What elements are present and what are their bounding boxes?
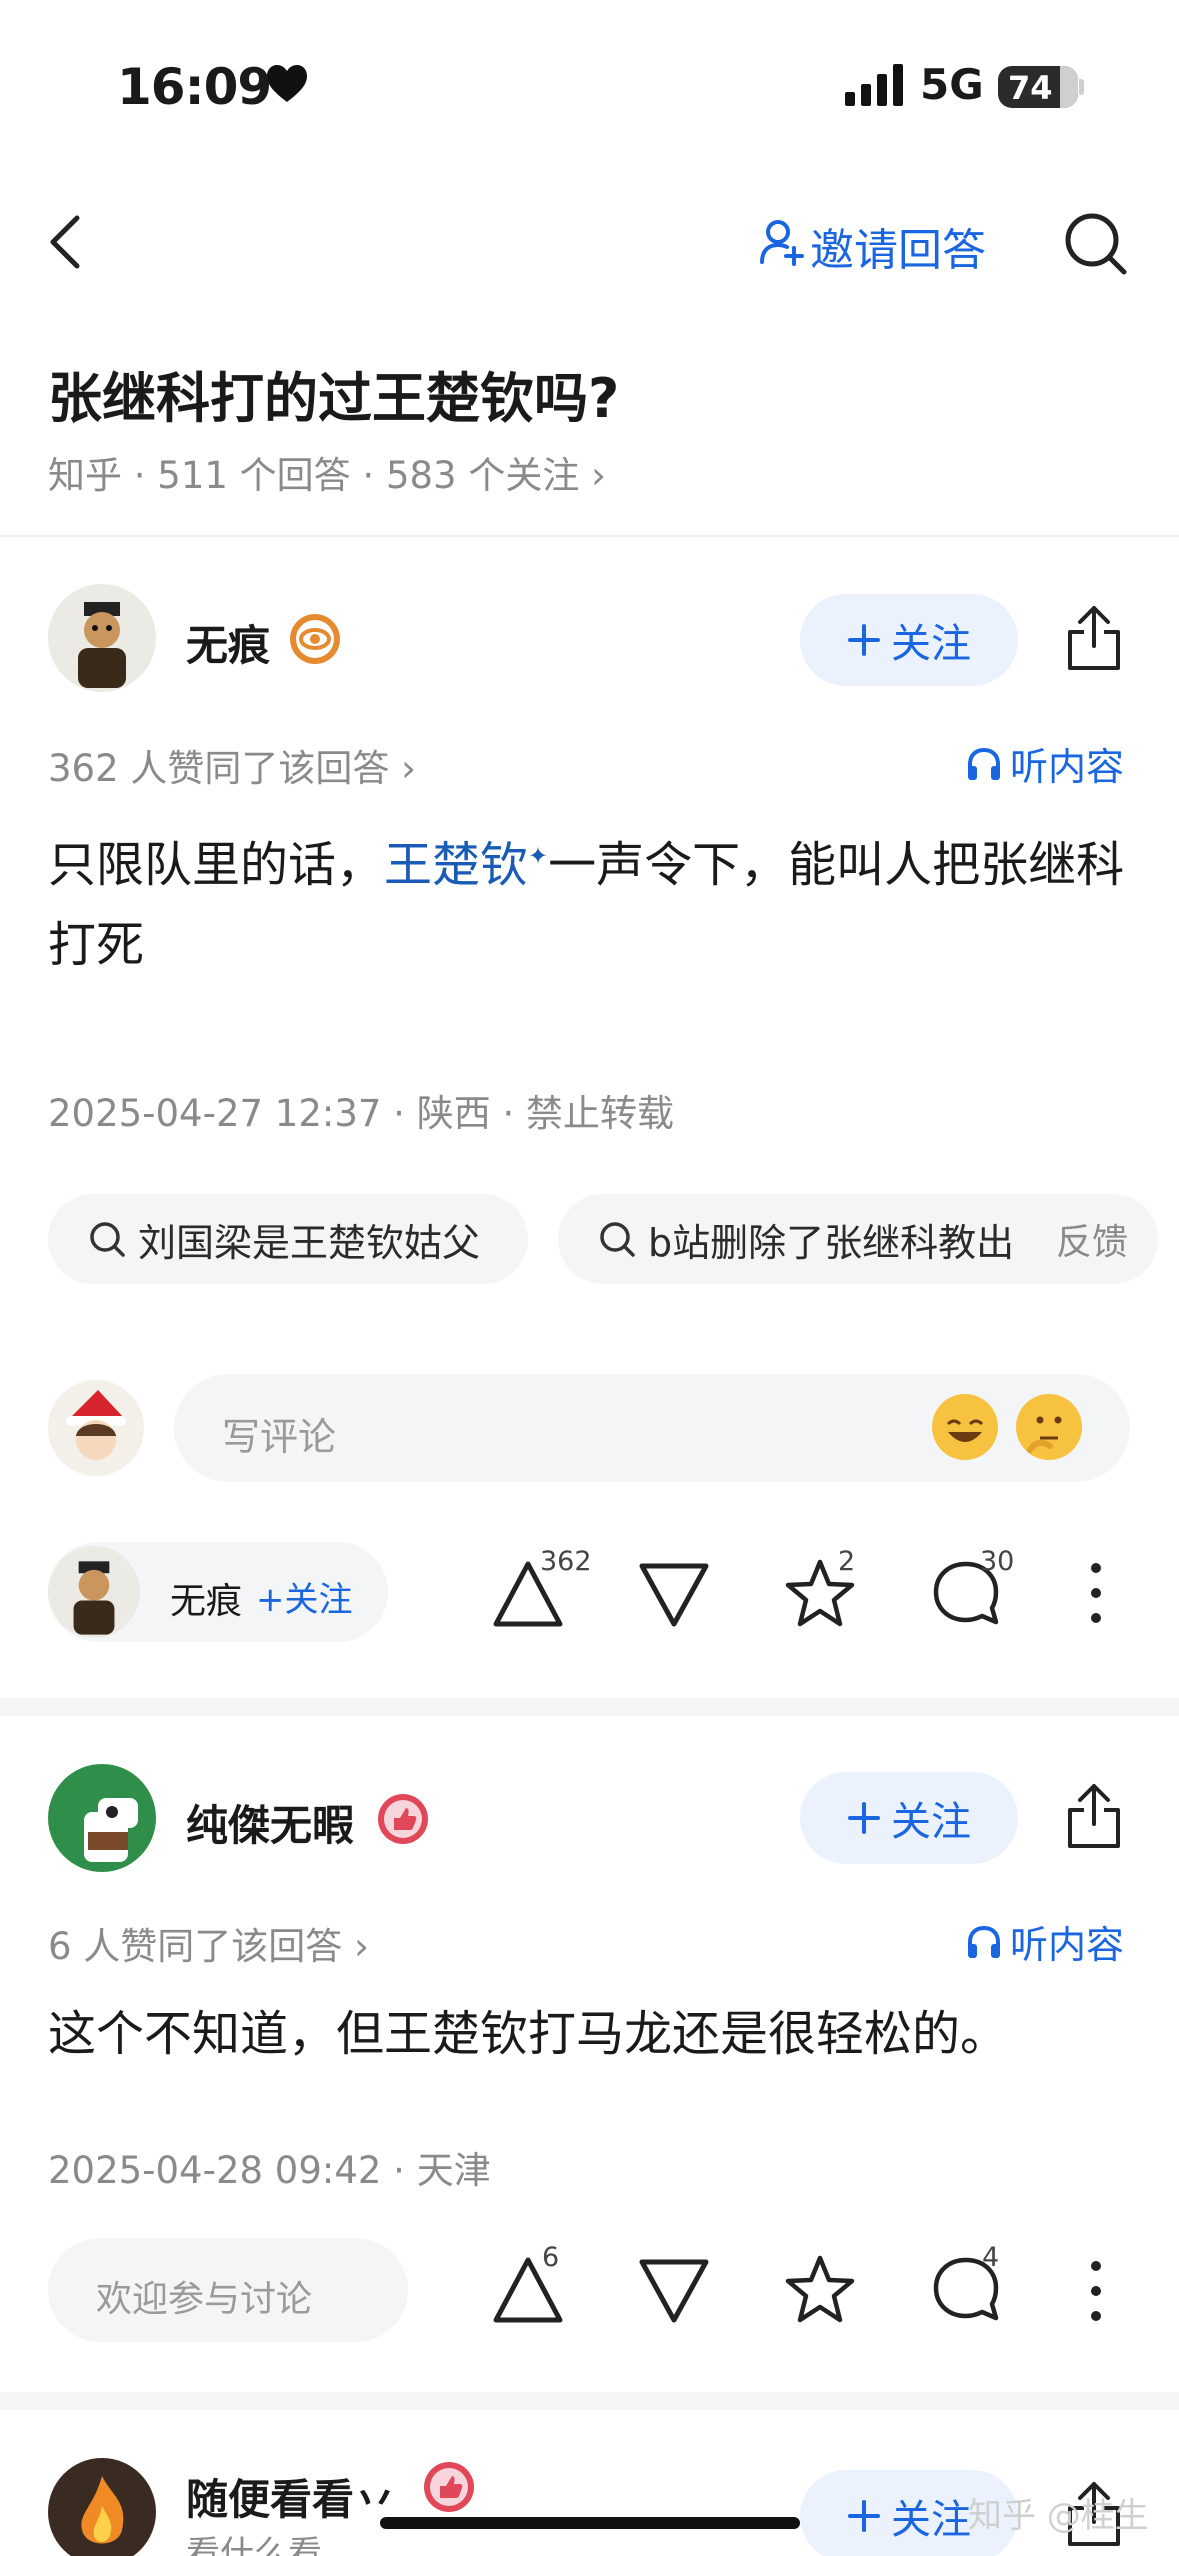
battery-tip bbox=[1079, 79, 1084, 95]
author-subtitle: 看什么看 bbox=[186, 2534, 322, 2556]
answer-date: 2025-04-28 09:42 · 天津 bbox=[48, 2149, 491, 2192]
eye-badge-icon bbox=[290, 614, 340, 664]
follow-button[interactable]: 关注 bbox=[800, 594, 1018, 686]
author-chip-name: 无痕 bbox=[170, 1581, 243, 1622]
search-icon bbox=[600, 1222, 635, 1257]
battery-icon: 74 bbox=[998, 66, 1078, 108]
follow-label: 关注 bbox=[891, 1799, 971, 1845]
follow-label: 关注 bbox=[891, 621, 971, 667]
votes-summary[interactable]: 362 人赞同了该回答 › bbox=[48, 738, 416, 792]
laughing-emoji-icon[interactable] bbox=[932, 1394, 998, 1460]
headphones-icon bbox=[968, 747, 1000, 780]
question-meta[interactable]: 知乎 · 511 个回答 · 583 个关注 › bbox=[48, 445, 606, 499]
author-avatar[interactable] bbox=[48, 2458, 156, 2556]
network-label: 5G bbox=[920, 60, 984, 109]
answer-date: 2025-04-27 12:37 · 陕西 · 禁止转载 bbox=[48, 1092, 674, 1135]
back-icon[interactable] bbox=[45, 212, 85, 272]
watermark: 知乎 @桂生 bbox=[968, 2496, 1149, 2536]
discussion-placeholder: 欢迎参与讨论 bbox=[96, 2279, 313, 2320]
author-name[interactable]: 无痕 bbox=[186, 612, 270, 673]
author-avatar[interactable] bbox=[48, 584, 156, 692]
upvote-count: 6 bbox=[542, 2242, 560, 2273]
author-avatar[interactable] bbox=[48, 1764, 156, 1872]
listen-button[interactable]: 听内容 bbox=[966, 736, 1124, 791]
comment-count: 4 bbox=[982, 2242, 1000, 2273]
favorite-star-icon[interactable] bbox=[782, 2252, 858, 2328]
thumbs-up-badge-icon bbox=[378, 1794, 428, 1844]
follow-button[interactable]: 关注 bbox=[800, 1772, 1018, 1864]
author-chip-avatar bbox=[48, 1546, 140, 1638]
topic-link[interactable]: 王楚钦 bbox=[384, 837, 528, 893]
avatar-fire-icon bbox=[81, 2476, 124, 2544]
downvote-icon[interactable] bbox=[636, 2252, 712, 2328]
invite-answer-button[interactable]: 邀请回答 bbox=[810, 214, 986, 278]
related-search-chip[interactable]: 刘国梁是王楚钦姑父 bbox=[48, 1194, 528, 1284]
home-indicator[interactable] bbox=[380, 2517, 800, 2529]
upvote-count: 362 bbox=[540, 1546, 592, 1577]
plus-icon bbox=[848, 1802, 880, 1834]
thumbs-up-badge-icon bbox=[424, 2462, 474, 2512]
author-chip-follow[interactable]: +关注 bbox=[256, 1572, 353, 1621]
avatar-figure-icon bbox=[78, 602, 126, 688]
answer-body[interactable]: 只限队里的话，王楚钦✦一声令下，能叫人把张继科打死 bbox=[48, 816, 1158, 985]
listen-label: 听内容 bbox=[1010, 1923, 1125, 1967]
follow-label: 关注 bbox=[891, 2497, 971, 2543]
votes-summary[interactable]: 6 人赞同了该回答 › bbox=[48, 1916, 369, 1970]
battery-level: 74 bbox=[1008, 69, 1053, 107]
listen-label: 听内容 bbox=[1010, 745, 1125, 789]
author-name[interactable]: 随便看看丷 bbox=[186, 2466, 396, 2527]
plus-icon bbox=[848, 2500, 880, 2532]
share-icon[interactable] bbox=[1064, 604, 1124, 672]
answer-divider bbox=[0, 1698, 1179, 1716]
comment-placeholder: 写评论 bbox=[222, 1415, 337, 1459]
search-icon bbox=[90, 1222, 125, 1257]
avatar-figure-icon bbox=[73, 1561, 115, 1635]
answer-body[interactable]: 这个不知道，但王楚钦打马龙还是很轻松的。 bbox=[48, 1994, 1158, 2074]
answer-text: 只限队里的话， bbox=[48, 837, 385, 893]
related-search-chip[interactable]: b站删除了张继科教出 反馈 bbox=[558, 1194, 1158, 1284]
thinking-emoji-icon[interactable] bbox=[1016, 1394, 1082, 1460]
downvote-icon[interactable] bbox=[636, 1556, 712, 1632]
signal-icon bbox=[845, 64, 903, 106]
search-icon[interactable] bbox=[1062, 210, 1128, 276]
status-time: 16:09 bbox=[117, 58, 272, 116]
invite-person-icon[interactable] bbox=[760, 218, 804, 266]
santa-hat-avatar-icon bbox=[66, 1390, 126, 1460]
avatar-character-icon bbox=[84, 1798, 138, 1862]
more-options-icon[interactable] bbox=[1086, 2256, 1106, 2326]
divider bbox=[0, 535, 1179, 537]
favorite-count: 2 bbox=[838, 1546, 856, 1577]
question-title[interactable]: 张继科打的过王楚钦吗? bbox=[48, 354, 619, 433]
feedback-button[interactable]: 反馈 bbox=[1056, 1213, 1128, 1265]
link-spark-icon: ✦ bbox=[528, 842, 549, 870]
listen-button[interactable]: 听内容 bbox=[966, 1914, 1124, 1969]
heart-icon bbox=[267, 65, 307, 102]
answer-divider bbox=[0, 2392, 1179, 2410]
author-name[interactable]: 纯傑无暇 bbox=[186, 1792, 354, 1853]
more-options-icon[interactable] bbox=[1086, 1558, 1106, 1628]
plus-icon bbox=[848, 624, 880, 656]
related-search-label: b站删除了张继科教出 bbox=[648, 1220, 1015, 1265]
related-search-label: 刘国梁是王楚钦姑父 bbox=[138, 1220, 481, 1265]
headphones-icon bbox=[968, 1925, 1000, 1958]
comment-count: 30 bbox=[980, 1546, 1015, 1577]
share-icon[interactable] bbox=[1064, 1782, 1124, 1850]
current-user-avatar[interactable] bbox=[48, 1380, 144, 1476]
